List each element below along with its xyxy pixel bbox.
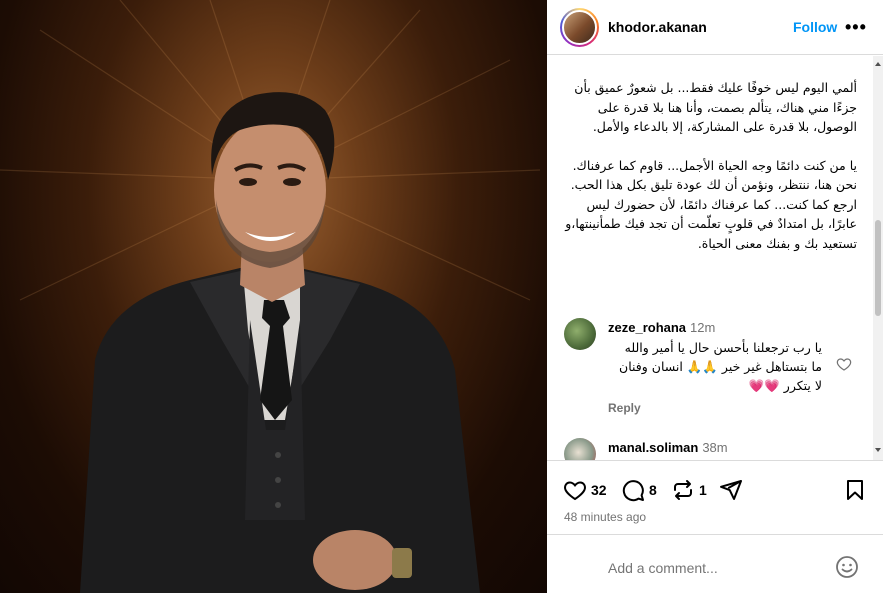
portrait-illustration [0,0,541,593]
comment-username[interactable]: zeze_rohana 12m [608,320,715,335]
post-panel: khodor.akanan Follow ••• ألمي اليوم ليس … [547,0,883,593]
repost-icon[interactable] [671,478,695,502]
heart-icon[interactable] [563,478,587,502]
comment-button[interactable]: 8 [621,477,657,503]
save-button[interactable] [843,477,867,503]
emoji-icon[interactable] [835,555,859,579]
comment-icon[interactable] [621,478,645,502]
caption-paragraph: ارجع كما كنت... كما عرفناك دائمًا، لأن ح… [565,196,857,251]
repost-count[interactable]: 1 [699,482,707,498]
comment-input[interactable] [608,560,818,576]
caption-paragraph: يا من كنت دائمًا وجه الحياة الأجمل... قا… [570,157,857,193]
comment-username-text[interactable]: manal.soliman [608,440,698,455]
share-button[interactable] [719,477,743,503]
post-image [0,0,547,593]
more-icon[interactable]: ••• [845,17,867,38]
comment-time: 38m [702,440,728,455]
caption-paragraph: ألمي اليوم ليس خوفًا عليك فقط... بل شعور… [574,80,857,134]
commenter-avatar[interactable] [564,438,596,460]
comment-time: 12m [690,320,716,335]
action-bar: 32 8 1 48 minutes ago [547,460,883,534]
post-caption: ألمي اليوم ليس خوفًا عليك فقط... بل شعور… [557,78,857,253]
comment-like-heart-icon[interactable] [836,356,852,372]
bookmark-icon[interactable] [843,478,867,502]
commenter-avatar[interactable] [564,318,596,350]
like-count[interactable]: 32 [591,482,607,498]
comment-username[interactable]: manal.soliman 38m [608,440,728,455]
comment-text: يا رب ترجعلنا بأحسن حال يا أمير والله ما… [619,340,822,393]
post-header: khodor.akanan Follow ••• [547,0,883,55]
comment-username-text[interactable]: zeze_rohana [608,320,686,335]
author-avatar[interactable] [560,8,599,47]
scrollbar-thumb[interactable] [875,220,881,316]
repost-button[interactable]: 1 [671,477,707,503]
post-timestamp[interactable]: 48 minutes ago [564,510,646,524]
follow-button[interactable]: Follow [793,19,837,35]
add-comment-bar [547,534,883,593]
author-username[interactable]: khodor.akanan [608,19,707,35]
comments-scroll-area[interactable]: ألمي اليوم ليس خوفًا عليك فقط... بل شعور… [547,56,875,460]
share-icon[interactable] [719,478,743,502]
scrollbar[interactable] [873,56,883,460]
reply-button[interactable]: Reply [608,401,641,415]
like-button[interactable]: 32 [563,477,607,503]
comment-count[interactable]: 8 [649,482,657,498]
